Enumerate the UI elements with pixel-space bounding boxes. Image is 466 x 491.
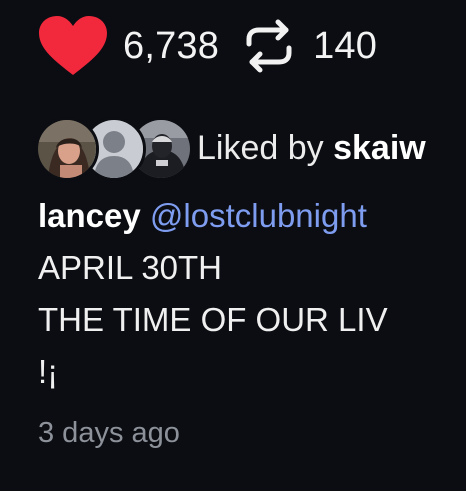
repost-button[interactable] bbox=[241, 18, 297, 74]
like-button[interactable] bbox=[36, 14, 110, 78]
caption-line: !¡ bbox=[38, 353, 59, 390]
liked-by-text[interactable]: Liked by skaiw bbox=[197, 131, 426, 165]
liked-by-row[interactable]: Liked by skaiw bbox=[35, 117, 426, 181]
liked-by-username[interactable]: skaiw bbox=[333, 129, 426, 167]
liked-by-avatars[interactable] bbox=[35, 117, 193, 181]
post-caption: lancey @lostclubnight APRIL 30TH THE TIM… bbox=[38, 190, 466, 398]
heart-filled-icon bbox=[39, 16, 107, 75]
caption-line: THE TIME OF OUR LIV bbox=[38, 301, 388, 338]
post-detail-screen: 6,738 140 Liked by skaiw lancey @lostclu… bbox=[0, 0, 466, 491]
repost-icon bbox=[246, 19, 292, 73]
avatar[interactable] bbox=[35, 117, 99, 181]
post-actions-bar: 6,738 140 bbox=[36, 14, 377, 78]
mention-link[interactable]: @lostclubnight bbox=[150, 197, 367, 234]
author-username[interactable]: lancey bbox=[38, 197, 141, 234]
post-timestamp: 3 days ago bbox=[38, 417, 180, 449]
caption-line: APRIL 30TH bbox=[38, 249, 223, 286]
caption-first-line: lancey @lostclubnight bbox=[38, 190, 466, 242]
like-count[interactable]: 6,738 bbox=[123, 27, 219, 65]
repost-count[interactable]: 140 bbox=[313, 27, 377, 65]
liked-by-prefix: Liked by bbox=[197, 129, 334, 167]
